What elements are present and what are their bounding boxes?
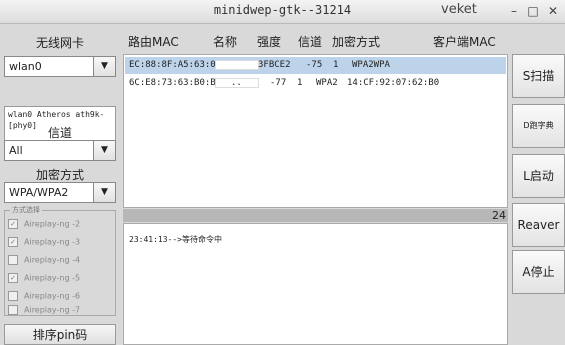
redacted-name (215, 60, 259, 70)
header-client-mac: 客户端MAC (433, 35, 496, 49)
header-router-mac: 路由MAC (128, 35, 179, 49)
chevron-down-icon[interactable]: ▼ (93, 57, 115, 76)
chevron-down-icon[interactable]: ▼ (93, 141, 115, 160)
table-row[interactable]: EC:88:8F:A5:63:08 3FBCE2 -75 1 WPA2WPA (125, 57, 506, 74)
wireless-card-label: 无线网卡 (35, 36, 84, 50)
checkbox-icon[interactable] (8, 305, 18, 315)
encryption-label: 加密方式 (35, 168, 84, 182)
log-line: 23:41:13-->等待命令中 (129, 235, 222, 244)
interface-value: wlan0 (9, 60, 42, 73)
encryption-value: WPA/WPA2 (9, 186, 69, 199)
chevron-down-icon[interactable]: ▼ (93, 183, 115, 202)
header-encryption: 加密方式 (332, 35, 381, 49)
ap-table-header: 路由MAC 名称 强度 信道 加密方式 客户端MAC (123, 24, 508, 54)
ap-list[interactable]: EC:88:8F:A5:63:08 3FBCE2 -75 1 WPA2WPA 6… (123, 54, 508, 208)
sort-pin-button[interactable]: 排序pin码 (4, 324, 116, 345)
table-row[interactable]: 6C:E8:73:63:B0:B4 .. -77 1 WPA2 14:CF:92… (125, 75, 506, 92)
checkbox-icon[interactable] (8, 291, 18, 301)
checkbox-icon[interactable]: ✓ (8, 273, 18, 283)
channel-select[interactable]: All ▼ (4, 140, 116, 161)
left-panel: 无线网卡 wlan0 ▼ wlan0 Atheros ath9k-[phy0] … (0, 24, 120, 345)
option-aireplay-7[interactable]: Aireplay-ng -7 (8, 305, 80, 317)
header-signal: 强度 (257, 35, 282, 49)
interface-select[interactable]: wlan0 ▼ (4, 56, 116, 77)
attack-mode-group: 方式选择 ✓ Aireplay-ng -2 ✓ Aireplay-ng -3 Air… (4, 205, 116, 317)
status-bar: 24 (123, 209, 508, 222)
option-aireplay-5[interactable]: ✓ Aireplay-ng -5 (8, 273, 80, 285)
window-title: minidwep-gtk--31214 (213, 3, 352, 17)
status-count: 24 (492, 209, 506, 222)
log-panel[interactable]: 23:41:13-->等待命令中 (123, 223, 508, 345)
reaver-button[interactable]: Reaver (512, 203, 565, 247)
checkbox-icon[interactable]: ✓ (8, 219, 18, 229)
header-channel: 信道 (298, 35, 323, 49)
channel-label: 信道 (47, 126, 72, 140)
scan-button[interactable]: S扫描 (512, 54, 565, 98)
minimize-icon[interactable]: – (506, 2, 522, 20)
option-aireplay-2[interactable]: ✓ Aireplay-ng -2 (8, 219, 80, 231)
start-button[interactable]: L启动 (512, 154, 565, 198)
option-aireplay-3[interactable]: ✓ Aireplay-ng -3 (8, 237, 80, 249)
close-icon[interactable]: ✕ (545, 2, 561, 20)
dictionary-button[interactable]: D跑字典 (512, 104, 565, 148)
stop-button[interactable]: A停止 (512, 250, 565, 294)
channel-value: All (9, 144, 23, 157)
checkbox-icon[interactable] (8, 255, 18, 265)
checkbox-icon[interactable]: ✓ (8, 237, 18, 247)
brand-label: veket (441, 2, 477, 17)
encryption-select[interactable]: WPA/WPA2 ▼ (4, 182, 116, 203)
title-bar: minidwep-gtk--31214 veket – □ ✕ (0, 0, 565, 24)
option-aireplay-4[interactable]: Aireplay-ng -4 (8, 255, 80, 267)
header-name: 名称 (213, 35, 238, 49)
maximize-icon[interactable]: □ (525, 2, 541, 20)
group-title: 方式选择 (10, 205, 42, 215)
option-aireplay-6[interactable]: Aireplay-ng -6 (8, 291, 80, 303)
